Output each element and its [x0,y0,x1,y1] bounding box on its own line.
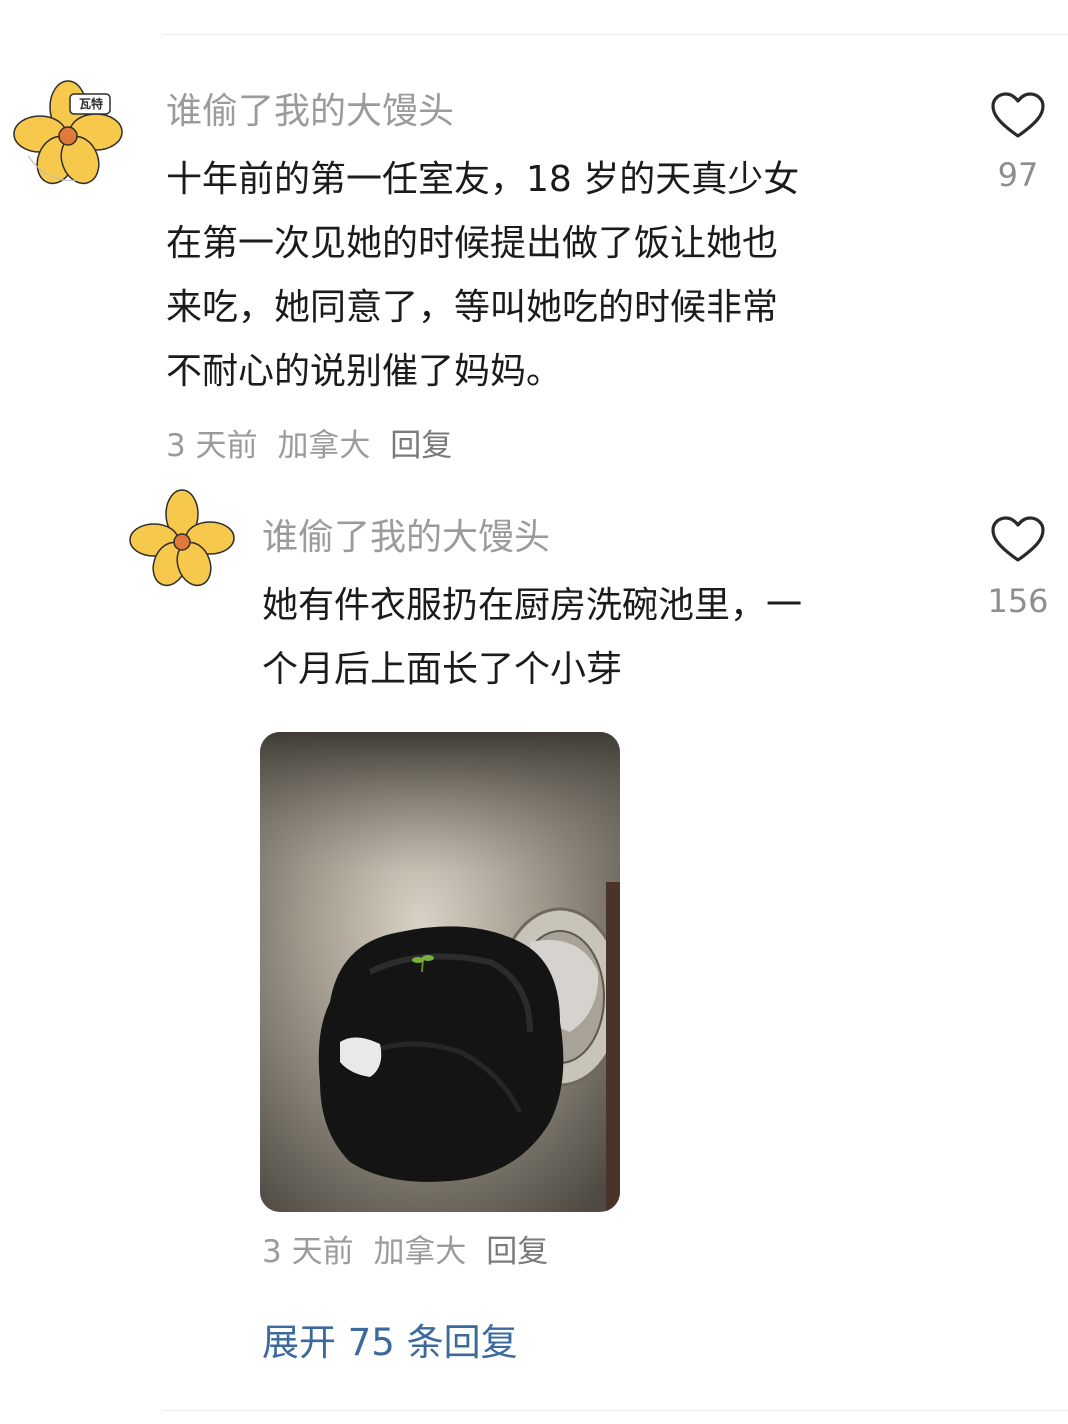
comment-line: 十年前的第一任室友，18 岁的天真少女 [166,159,800,200]
comment-time: 3 天前 [262,1234,354,1270]
like-count: 97 [997,156,1039,194]
comment-meta: 3 天前 加拿大 回复 [262,1234,558,1270]
like-count: 156 [987,582,1049,620]
comment-line: 个月后上面长了个小芽 [262,649,623,690]
avatar[interactable]: 瓦特 [8,74,128,186]
reply-button[interactable]: 回复 [390,428,452,464]
avatar-badge: 瓦特 [78,97,103,111]
yellow-flower-icon [129,489,235,587]
comment-line: 不耐心的说别催了妈妈。 [166,351,563,392]
comment-text: 她有件衣服扔在厨房洗碗池里，一 个月后上面长了个小芽 [262,574,802,702]
yellow-flower-icon [13,80,123,185]
comment-username[interactable]: 谁偷了我的大馒头 [262,518,550,558]
like-button[interactable] [990,92,1046,140]
comment-time: 3 天前 [166,428,258,464]
comment-line: 她有件衣服扔在厨房洗碗池里，一 [262,585,803,626]
reply-button[interactable]: 回复 [486,1234,548,1270]
comment-line: 来吃，她同意了，等叫她吃的时候非常 [166,287,779,328]
like-button[interactable] [990,516,1046,564]
top-divider [163,34,1068,35]
comment-location: 加拿大 [277,428,371,464]
heart-outline-icon [991,92,1045,138]
bottom-divider [163,1410,1068,1411]
avatar[interactable] [126,486,238,588]
comment-image[interactable] [260,732,620,1212]
heart-outline-icon [991,516,1045,562]
comment-location: 加拿大 [373,1234,467,1270]
comment-text: 十年前的第一任室友，18 岁的天真少女 在第一次见她的时候提出做了饭让她也 来吃… [166,148,799,404]
comment-line: 在第一次见她的时候提出做了饭让她也 [166,223,779,264]
expand-replies-link[interactable]: 展开 75 条回复 [262,1312,518,1366]
comment-meta: 3 天前 加拿大 回复 [166,428,462,464]
comment-username[interactable]: 谁偷了我的大馒头 [166,92,454,132]
sink-photo [260,732,620,1212]
